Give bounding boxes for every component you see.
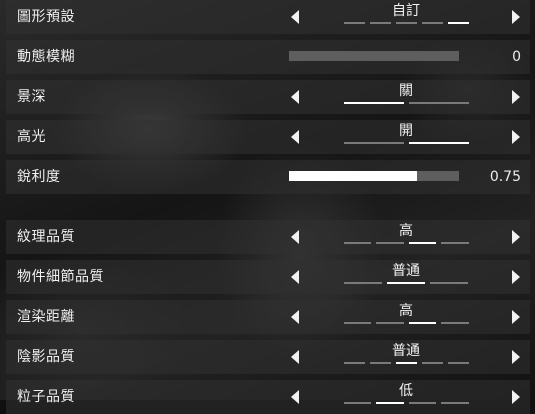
arrow-right-icon[interactable]: [512, 390, 520, 404]
setting-row-1[interactable]: 圖形預設 自訂: [6, 0, 530, 34]
option-position-indicator: [343, 22, 469, 24]
setting-row-9[interactable]: 陰影品質 普通: [6, 340, 530, 374]
setting-row-4[interactable]: 高光 開: [6, 120, 530, 154]
indicator-segment: [343, 102, 404, 104]
option-position-indicator: [343, 322, 469, 324]
setting-value: 普通: [392, 263, 420, 279]
setting-row-10[interactable]: 粒子品質 低: [6, 380, 530, 414]
indicator-segment: [441, 322, 469, 324]
indicator-segment: [408, 322, 436, 324]
setting-label: 景深: [17, 89, 46, 105]
setting-row-7[interactable]: 物件細節品質 普通: [6, 260, 530, 294]
arrow-left-icon[interactable]: [291, 270, 299, 284]
indicator-segment: [343, 362, 365, 364]
indicator-segment: [343, 22, 365, 24]
setting-label: 紋理品質: [17, 229, 75, 245]
setting-value: 開: [399, 123, 413, 139]
setting-value: 高: [399, 223, 413, 239]
option-position-indicator: [343, 102, 469, 104]
arrow-left-icon[interactable]: [291, 130, 299, 144]
indicator-segment: [376, 402, 404, 404]
indicator-segment: [369, 22, 391, 24]
setting-value: 自訂: [392, 3, 420, 19]
slider-track[interactable]: [289, 171, 459, 181]
setting-value: 普通: [392, 343, 420, 359]
indicator-segment: [408, 242, 436, 244]
arrow-right-icon[interactable]: [512, 350, 520, 364]
setting-label: 陰影品質: [17, 349, 75, 365]
arrow-left-icon[interactable]: [291, 310, 299, 324]
indicator-segment: [408, 142, 469, 144]
indicator-segment: [395, 362, 417, 364]
indicator-segment: [441, 242, 469, 244]
setting-row-6[interactable]: 紋理品質 高: [6, 220, 530, 254]
indicator-segment: [395, 22, 417, 24]
indicator-segment: [421, 362, 443, 364]
arrow-right-icon[interactable]: [512, 10, 520, 24]
setting-value: 關: [399, 83, 413, 99]
indicator-segment: [376, 322, 404, 324]
setting-label: 物件細節品質: [17, 269, 104, 285]
arrow-left-icon[interactable]: [291, 90, 299, 104]
indicator-segment: [343, 322, 371, 324]
option-position-indicator: [343, 242, 469, 244]
setting-row-8[interactable]: 渲染距離 高: [6, 300, 530, 334]
indicator-segment: [447, 362, 469, 364]
slider-fill: [289, 171, 417, 181]
indicator-segment: [343, 242, 371, 244]
option-position-indicator: [343, 282, 469, 284]
indicator-segment: [343, 142, 404, 144]
indicator-segment: [408, 102, 469, 104]
arrow-left-icon[interactable]: [291, 350, 299, 364]
indicator-segment: [386, 282, 426, 284]
slider-value: 0.75: [489, 169, 521, 185]
indicator-segment: [343, 402, 371, 404]
arrow-right-icon[interactable]: [512, 90, 520, 104]
arrow-left-icon[interactable]: [291, 230, 299, 244]
setting-label: 高光: [17, 129, 46, 145]
indicator-segment: [343, 282, 382, 284]
indicator-segment: [441, 402, 469, 404]
arrow-right-icon[interactable]: [512, 270, 520, 284]
indicator-segment: [447, 22, 469, 24]
setting-label: 圖形預設: [17, 9, 75, 25]
indicator-segment: [430, 282, 469, 284]
option-position-indicator: [343, 362, 469, 364]
option-position-indicator: [343, 402, 469, 404]
setting-row-5[interactable]: 銳利度 0.75: [6, 160, 530, 194]
indicator-segment: [369, 362, 391, 364]
option-position-indicator: [343, 142, 469, 144]
slider-value: 0: [512, 49, 521, 65]
setting-label: 動態模糊: [17, 49, 75, 65]
arrow-left-icon[interactable]: [291, 390, 299, 404]
setting-label: 渲染距離: [17, 309, 75, 325]
arrow-right-icon[interactable]: [512, 310, 520, 324]
setting-label: 粒子品質: [17, 389, 75, 405]
indicator-segment: [421, 22, 443, 24]
arrow-left-icon[interactable]: [291, 10, 299, 24]
indicator-segment: [408, 402, 436, 404]
arrow-right-icon[interactable]: [512, 230, 520, 244]
slider-track[interactable]: [289, 51, 459, 61]
indicator-segment: [376, 242, 404, 244]
setting-row-2[interactable]: 動態模糊 0: [6, 40, 530, 74]
setting-value: 高: [399, 303, 413, 319]
setting-label: 銳利度: [17, 169, 61, 185]
arrow-right-icon[interactable]: [512, 130, 520, 144]
setting-row-3[interactable]: 景深 關: [6, 80, 530, 114]
setting-value: 低: [399, 383, 413, 399]
